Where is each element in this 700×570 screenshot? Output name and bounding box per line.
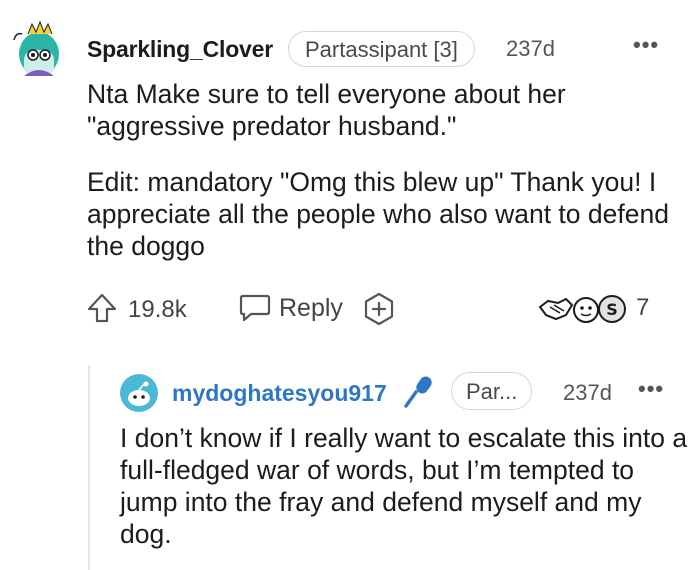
svg-text:S: S bbox=[606, 300, 618, 319]
comment-body-paragraph: Nta Make sure to tell everyone about her… bbox=[87, 79, 566, 141]
give-award-button[interactable] bbox=[362, 292, 396, 326]
avatar[interactable] bbox=[10, 20, 68, 80]
snoo-avatar-icon bbox=[120, 374, 158, 412]
award-count: 7 bbox=[636, 294, 650, 321]
speech-bubble-icon bbox=[239, 294, 271, 322]
more-options-icon[interactable]: ••• bbox=[638, 376, 664, 402]
add-award-icon bbox=[364, 292, 394, 326]
reply-label[interactable]: Reply bbox=[279, 294, 343, 323]
awards-row[interactable]: S bbox=[538, 293, 630, 325]
user-flair: Par... bbox=[451, 372, 533, 410]
vote-score: 19.8k bbox=[128, 296, 187, 323]
thread-line[interactable] bbox=[88, 365, 90, 570]
upvote-button[interactable] bbox=[86, 292, 118, 324]
comment-author[interactable]: Sparkling_Clover bbox=[87, 36, 273, 63]
comment-body-paragraph: Edit: mandatory "Omg this blew up" Thank… bbox=[87, 167, 669, 261]
more-options-icon[interactable]: ••• bbox=[633, 32, 659, 58]
microphone-icon bbox=[404, 376, 432, 408]
silver-award-icon: S bbox=[598, 295, 626, 323]
avatar[interactable] bbox=[120, 374, 158, 412]
reply-button[interactable] bbox=[238, 292, 272, 324]
user-flair: Partassipant [3] bbox=[288, 31, 475, 67]
avatar-icon bbox=[13, 20, 59, 76]
comment-age: 237d bbox=[506, 36, 555, 61]
comment-author-op[interactable]: mydoghatesyou917 bbox=[172, 380, 387, 407]
upvote-arrow-icon bbox=[87, 293, 117, 323]
handshake-award-icon bbox=[538, 297, 574, 321]
op-badge bbox=[402, 374, 436, 410]
comment-body-paragraph: I don’t know if I really want to escalat… bbox=[120, 423, 688, 549]
wholesome-award-icon bbox=[573, 297, 599, 323]
comment-age: 237d bbox=[563, 380, 612, 405]
